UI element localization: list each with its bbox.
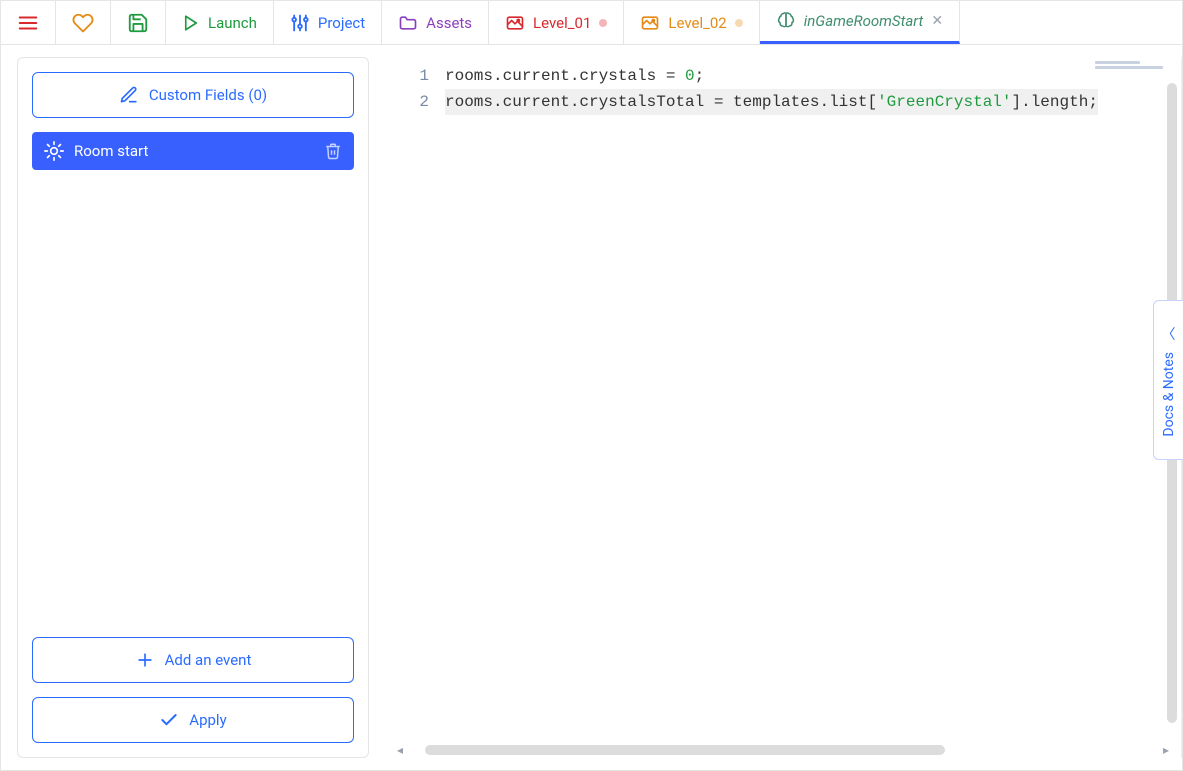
hamburger-menu[interactable] — [1, 1, 56, 44]
minimap[interactable] — [1095, 61, 1165, 79]
assets-button[interactable]: Assets — [382, 1, 489, 44]
scroll-right-arrow[interactable]: ▸ — [1163, 743, 1173, 757]
close-tab-button[interactable]: ✕ — [931, 13, 943, 29]
room-icon — [640, 13, 660, 33]
project-label: Project — [318, 14, 365, 32]
code-editor[interactable]: 12 rooms.current.crystals = 0;rooms.curr… — [389, 57, 1182, 758]
project-button[interactable]: Project — [274, 1, 382, 44]
launch-button[interactable]: Launch — [166, 1, 274, 44]
chevron-left-icon: 〈 — [1162, 324, 1176, 344]
docs-notes-tab[interactable]: 〈 Docs & Notes — [1153, 300, 1183, 460]
sun-icon — [44, 141, 64, 161]
tab-ingameroomstart[interactable]: inGameRoomStart ✕ — [760, 1, 960, 44]
menu-icon — [17, 12, 39, 34]
dirty-dot-icon — [599, 19, 607, 27]
dirty-dot-icon — [735, 19, 743, 27]
trash-icon — [324, 142, 342, 160]
delete-event-button[interactable] — [324, 142, 342, 160]
scrollbar-thumb[interactable] — [425, 745, 945, 755]
save-icon — [127, 12, 149, 34]
custom-fields-label: Custom Fields (0) — [149, 86, 267, 104]
scrollbar-track[interactable] — [413, 745, 1157, 755]
launch-label: Launch — [208, 14, 257, 32]
code-content[interactable]: rooms.current.crystals = 0;rooms.current… — [445, 57, 1181, 742]
custom-fields-button[interactable]: Custom Fields (0) — [32, 72, 354, 118]
events-sidebar: Custom Fields (0) Room start Add an even… — [17, 57, 369, 758]
edit-icon — [119, 85, 139, 105]
docs-notes-label: Docs & Notes — [1161, 352, 1177, 437]
line-gutter: 12 — [389, 57, 445, 742]
add-event-button[interactable]: Add an event — [32, 637, 354, 683]
save-button[interactable] — [111, 1, 166, 44]
scroll-left-arrow[interactable]: ◂ — [397, 743, 407, 757]
apply-label: Apply — [189, 711, 226, 729]
assets-label: Assets — [426, 14, 472, 32]
favorite-button[interactable] — [56, 1, 111, 44]
heart-icon — [72, 12, 94, 34]
sliders-icon — [290, 13, 310, 33]
event-item-room-start[interactable]: Room start — [32, 132, 354, 170]
topbar: Launch Project Assets Level_01 Level_02 … — [1, 1, 1182, 45]
horizontal-scrollbar[interactable]: ◂ ▸ — [389, 742, 1181, 758]
add-event-label: Add an event — [165, 651, 252, 669]
main-area: Custom Fields (0) Room start Add an even… — [1, 45, 1182, 770]
tab-label: Level_02 — [668, 14, 726, 32]
plus-icon — [135, 650, 155, 670]
tab-level-01[interactable]: Level_01 — [489, 1, 624, 44]
event-label: Room start — [74, 142, 314, 160]
folder-icon — [398, 13, 418, 33]
tab-label: inGameRoomStart — [804, 12, 924, 30]
room-icon — [505, 13, 525, 33]
check-icon — [159, 710, 179, 730]
tab-level-02[interactable]: Level_02 — [624, 1, 759, 44]
apply-button[interactable]: Apply — [32, 697, 354, 743]
play-icon — [182, 14, 200, 32]
tab-label: Level_01 — [533, 14, 591, 32]
brain-icon — [776, 11, 796, 31]
